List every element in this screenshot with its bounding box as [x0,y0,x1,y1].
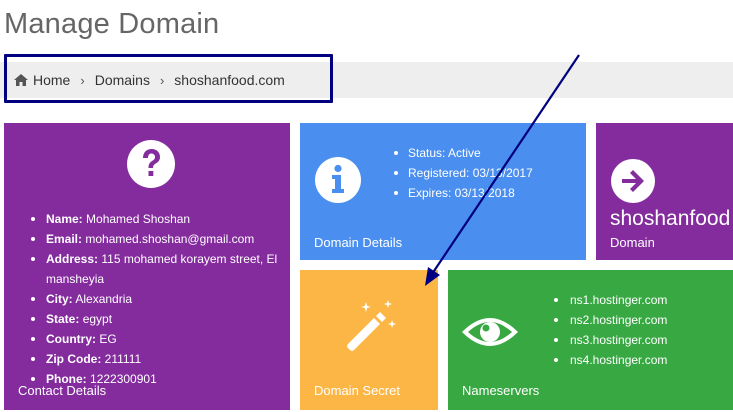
info-circle-icon [315,157,361,203]
contact-tile-title: Contact Details [18,383,107,398]
domain-secret-tile[interactable]: Domain Secret [300,270,438,410]
contact-details-tile[interactable]: Name: Mohamed Shoshan Email: mohamed.sho… [4,123,290,410]
contact-item-country: Country: EG [28,329,283,349]
arrow-circle-right-icon [611,159,655,203]
nameserver-item: ns1.hostinger.com [552,290,667,310]
contact-item-city: City: Alexandria [28,289,283,309]
domain-tile-title: Domain [610,235,655,250]
question-circle-icon [127,140,175,188]
contact-item-name: Name: Mohamed Shoshan [28,209,283,229]
secret-tile-title: Domain Secret [314,383,400,398]
nameserver-item: ns2.hostinger.com [552,310,667,330]
nameservers-tile-title: Nameservers [462,383,540,398]
details-tile-title: Domain Details [314,235,403,250]
breadcrumb-highlight-box [4,54,333,103]
nameservers-tile[interactable]: ns1.hostinger.com ns2.hostinger.com ns3.… [448,270,733,410]
page-title: Manage Domain [4,8,220,40]
nameserver-item: ns3.hostinger.com [552,330,667,350]
contact-list: Name: Mohamed Shoshan Email: mohamed.sho… [28,209,283,389]
domain-tile[interactable]: shoshanfood Domain [596,123,733,260]
eye-icon [462,318,518,346]
nameserver-list: ns1.hostinger.com ns2.hostinger.com ns3.… [552,290,667,370]
contact-item-address: Address: 115 mohamed korayem street, El … [28,249,283,289]
contact-item-state: State: egypt [28,309,283,329]
status-item: Status: Active [392,143,533,163]
magic-wand-icon [347,300,396,351]
nameserver-item: ns4.hostinger.com [552,350,667,370]
domain-name: shoshanfood [610,207,731,230]
contact-item-email: Email: mohamed.shoshan@gmail.com [28,229,283,249]
domain-status-list: Status: Active Registered: 03/13/2017 Ex… [392,143,533,203]
registered-item: Registered: 03/13/2017 [392,163,533,183]
contact-item-zip: Zip Code: 211111 [28,349,283,369]
expires-item: Expires: 03/13/2018 [392,183,533,203]
domain-details-tile[interactable]: Status: Active Registered: 03/13/2017 Ex… [300,123,586,260]
